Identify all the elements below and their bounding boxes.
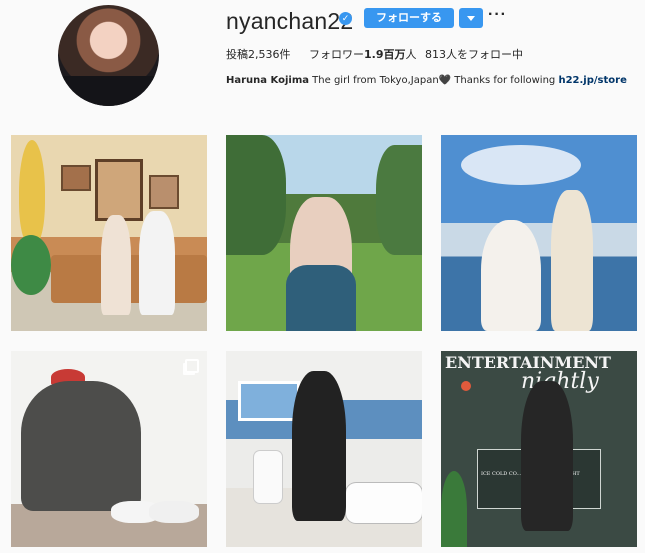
post-thumbnail[interactable] [11, 135, 207, 331]
person-shape [21, 381, 141, 511]
following-count[interactable]: 813人をフォロー中 [425, 46, 523, 62]
cloud-shape [461, 145, 581, 185]
plant-shape [11, 235, 51, 295]
wall-frame [149, 175, 179, 209]
post-thumbnail[interactable] [441, 135, 637, 331]
toilet-shape [254, 451, 282, 503]
person-shape [292, 371, 346, 521]
person-shape [551, 190, 593, 331]
flower-shape [461, 381, 471, 391]
followers-label: フォロワー [309, 48, 364, 61]
followers-value: 1.9百万 [364, 48, 406, 61]
wedding-dress-shape [481, 220, 541, 331]
person-shape [521, 381, 573, 531]
post-thumbnail[interactable] [226, 135, 422, 331]
window-shape [238, 381, 300, 421]
sneaker-shape [149, 501, 199, 523]
post-thumbnail[interactable]: ENTERTAINMENT nightly ICE COLD CO... CAL… [441, 351, 637, 547]
posts-count: 投稿2,536件 [226, 48, 291, 61]
person-shape [101, 215, 131, 315]
wall-frame [61, 165, 91, 191]
post-thumbnail[interactable] [226, 351, 422, 547]
post-thumbnail[interactable] [11, 351, 207, 547]
bio-full-name: Haruna Kojima [226, 75, 309, 86]
profile-username: nyanchan22 [226, 8, 354, 34]
multiple-photos-icon [185, 359, 199, 373]
tree-shape [226, 135, 286, 255]
profile-bio: Haruna Kojima The girl from Tokyo,Japan🖤… [226, 75, 627, 86]
wall-frame [95, 159, 143, 221]
bio-link[interactable]: h22.jp/store [558, 75, 626, 86]
tree-shape [376, 145, 422, 255]
verified-badge-icon: ✓ [339, 12, 352, 25]
bio-text: The girl from Tokyo,Japan🖤 Thanks for fo… [312, 75, 556, 86]
followers-count[interactable]: フォロワー1.9百万人 [309, 46, 417, 62]
suggestions-dropdown-button[interactable] [459, 8, 483, 28]
plant-shape [441, 471, 467, 547]
person-shape [139, 211, 175, 315]
followers-suffix: 人 [405, 48, 417, 61]
surfboard-shape [19, 140, 45, 245]
overalls-shape [286, 265, 356, 331]
bathtub-shape [346, 483, 422, 523]
follow-button[interactable]: フォローする [364, 8, 454, 28]
profile-avatar[interactable] [58, 5, 159, 106]
more-options-icon[interactable]: ··· [488, 7, 507, 23]
